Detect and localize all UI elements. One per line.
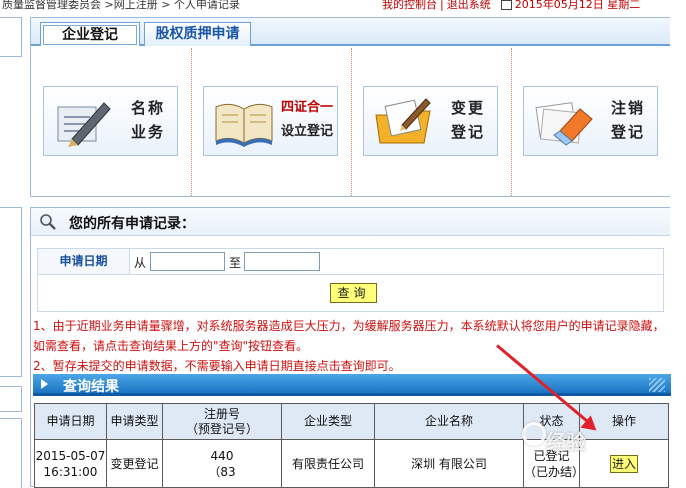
magnifier-icon — [40, 214, 56, 230]
to-label: 至 — [229, 256, 242, 270]
results-header: 查询结果 — [33, 374, 671, 396]
service-label: 注销 登记 — [610, 99, 645, 141]
divider — [511, 48, 512, 196]
divider — [191, 48, 192, 196]
cancel-registration-button[interactable]: 注销 登记 — [523, 86, 658, 156]
date-range-row: 申请日期 从 至 — [38, 249, 663, 275]
col-header-reg-no: 注册号 （预登记号） — [162, 403, 282, 440]
console-link[interactable]: 我的控制台 — [382, 0, 437, 11]
tab-enterprise-registration[interactable]: 企业登记 — [40, 22, 140, 46]
top-links: 我的控制台 | 退出系统 2015年05月12日 星期二 — [382, 0, 640, 12]
search-form: 申请日期 从 至 查询 — [37, 248, 664, 312]
cell-type: 变更登记 — [106, 439, 163, 488]
folder-edit-icon — [375, 98, 431, 144]
cell-action: 进入 — [579, 439, 669, 488]
pen-paper-icon — [57, 102, 111, 147]
start-date-input[interactable] — [150, 252, 225, 271]
left-sidebar-panel — [0, 17, 22, 57]
cell-name: 深圳 有限公司 — [374, 439, 524, 488]
change-registration-button[interactable]: 变更 登记 — [363, 86, 498, 156]
open-book-icon — [215, 103, 273, 147]
cell-date: 2015-05-07 16:31:00 — [34, 439, 107, 488]
enter-button[interactable]: 进入 — [610, 454, 638, 473]
col-header-name: 企业名称 — [374, 403, 524, 440]
link-separator: | — [440, 0, 444, 11]
four-in-one-registration-button[interactable]: 四证合一 设立登记 — [203, 86, 338, 156]
service-label: 变更 登记 — [450, 99, 485, 141]
from-label: 从 — [134, 256, 147, 270]
calendar-icon — [500, 0, 512, 10]
eraser-icon — [535, 102, 593, 146]
service-label: 名称 业务 — [130, 99, 165, 141]
registration-panel: 企业登记 股权质押申请 名称 业务 四证合一 设立登记 变更 登记 注销 登记 — [30, 17, 670, 197]
query-button[interactable]: 查询 — [330, 283, 377, 303]
date-label: 申请日期 — [38, 249, 130, 274]
notice-line: 2、暂存未提交的申请数据，不需要输入申请日期直接点击查询即可。 — [33, 359, 401, 373]
notice-text: 1、由于近期业务申请量骤增，对系统服务器造成巨大压力，为缓解服务器压力，本系统默… — [33, 316, 669, 376]
records-header: 您的所有申请记录： — [31, 208, 670, 236]
cell-ent-type: 有限责任公司 — [281, 439, 375, 488]
notice-line: 1、由于近期业务申请量骤增，对系统服务器造成巨大压力，为缓解服务器压力，本系统默… — [33, 319, 665, 353]
name-business-button[interactable]: 名称 业务 — [43, 86, 178, 156]
service-label: 四证合一 设立登记 — [280, 100, 333, 139]
stripes-icon — [649, 378, 665, 392]
left-sidebar-panel — [0, 386, 22, 412]
triangle-icon — [41, 379, 48, 389]
watermark-logo — [522, 422, 546, 446]
watermark-text: 经验 — [546, 430, 586, 454]
col-header-ent-type: 企业类型 — [281, 403, 375, 440]
top-bar: 质量监督管理委员会 >网上注册 > 个人申请记录 我的控制台 | 退出系统 2015年… — [0, 0, 686, 12]
end-date-input[interactable] — [244, 252, 320, 271]
divider — [351, 48, 352, 196]
col-header-date: 申请日期 — [34, 403, 107, 440]
tab-bar: 企业登记 股权质押申请 — [31, 18, 670, 46]
left-sidebar-panel — [0, 207, 22, 377]
records-title: 您的所有申请记录： — [69, 216, 195, 232]
col-header-type: 申请类型 — [106, 403, 163, 440]
logout-link[interactable]: 退出系统 — [447, 0, 491, 11]
left-sidebar-panel — [0, 418, 22, 488]
breadcrumb: 质量监督管理委员会 >网上注册 > 个人申请记录 — [2, 0, 240, 11]
cell-reg-no: 440 （83 — [162, 439, 282, 488]
tab-equity-pledge[interactable]: 股权质押申请 — [144, 22, 251, 46]
tab-label: 企业登记 — [43, 25, 137, 45]
results-title: 查询结果 — [63, 379, 119, 395]
current-date: 2015年05月12日 星期二 — [514, 0, 641, 11]
